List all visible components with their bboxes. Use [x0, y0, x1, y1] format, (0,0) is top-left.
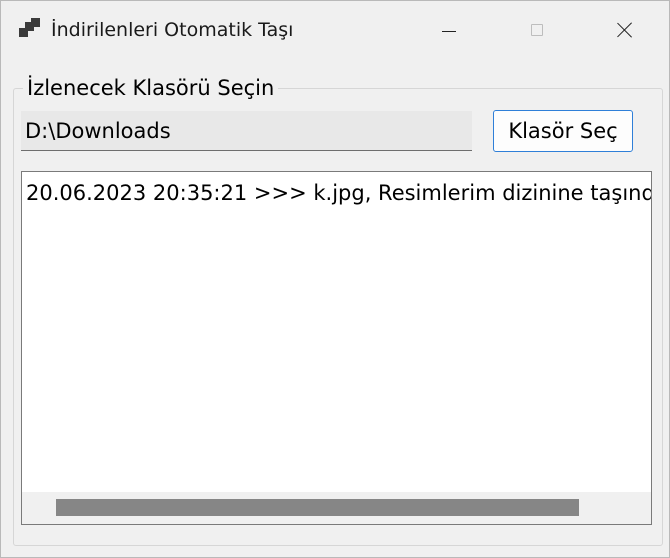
maximize-icon [531, 24, 543, 36]
log-line: 20.06.2023 20:35:21 >>> k.jpg, Resimleri… [26, 181, 652, 205]
groupbox-label: İzlenecek Klasörü Seçin [23, 74, 279, 102]
close-button[interactable] [581, 1, 669, 59]
folder-path-field[interactable]: D:\Downloads [21, 111, 472, 151]
window-title: İndirilenleri Otomatik Taşı [51, 19, 294, 41]
scrollbar-thumb[interactable] [56, 499, 579, 516]
app-window: İndirilenleri Otomatik Taşı İzlenecek Kl… [0, 0, 670, 558]
close-icon [617, 22, 633, 38]
app-icon [19, 18, 41, 40]
minimize-icon [442, 30, 456, 32]
browse-folder-button[interactable]: Klasör Seç [493, 110, 633, 152]
log-listbox[interactable]: 20.06.2023 20:35:21 >>> k.jpg, Resimleri… [21, 171, 652, 525]
horizontal-scrollbar[interactable] [22, 492, 651, 524]
minimize-button[interactable] [405, 1, 493, 59]
title-bar[interactable]: İndirilenleri Otomatik Taşı [1, 1, 669, 59]
maximize-button[interactable] [493, 1, 581, 59]
